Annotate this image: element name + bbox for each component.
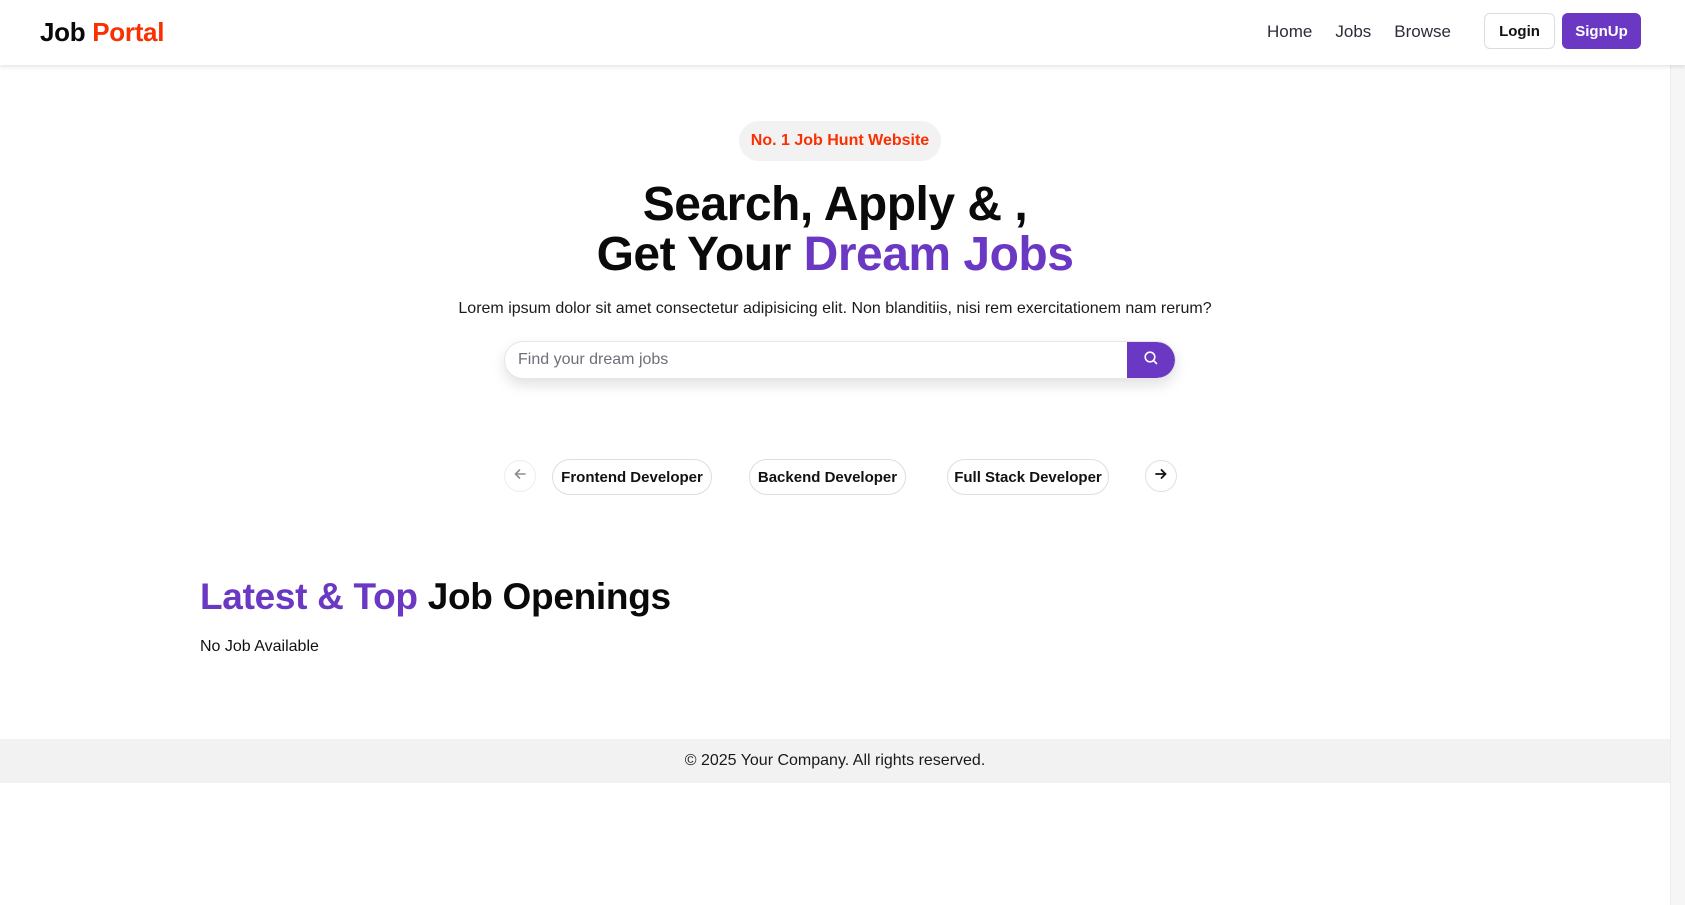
carousel-prev-button[interactable] <box>504 460 536 492</box>
nav-link-home[interactable]: Home <box>1267 20 1312 44</box>
logo-text-job: Job <box>40 17 93 47</box>
nav-links: Home Jobs Browse <box>1267 20 1451 44</box>
login-button[interactable]: Login <box>1484 13 1555 49</box>
search-input[interactable] <box>505 342 1129 378</box>
footer-copyright: © 2025 Your Company. All rights reserved… <box>684 752 986 769</box>
headline-line-1: Search, Apply & , <box>642 178 1028 231</box>
navbar: Job Portal Home Jobs Browse Login SignUp <box>0 0 1685 65</box>
logo-text-portal: Portal <box>92 17 165 47</box>
nav-link-jobs[interactable]: Jobs <box>1335 20 1371 44</box>
signup-button[interactable]: SignUp <box>1562 13 1641 49</box>
arrow-left-icon <box>513 467 527 486</box>
latest-jobs-title-plain: Job Openings <box>417 576 671 617</box>
category-chip-frontend[interactable]: Frontend Developer <box>552 459 712 495</box>
page-scrollbar[interactable] <box>1670 0 1685 905</box>
headline-line-2-accent: Dream Jobs <box>803 228 1074 281</box>
footer: © 2025 Your Company. All rights reserved… <box>0 739 1670 783</box>
page: Job Portal Home Jobs Browse Login SignUp… <box>0 0 1685 905</box>
no-job-message: No Job Available <box>200 638 319 655</box>
latest-jobs-title-accent: Latest & Top <box>200 576 418 617</box>
search-icon <box>1143 350 1159 371</box>
nav-link-browse[interactable]: Browse <box>1394 20 1451 44</box>
latest-jobs-title: Latest & Top Job Openings <box>200 574 671 620</box>
logo[interactable]: Job Portal <box>40 16 164 48</box>
search-bar <box>504 341 1176 379</box>
hero-badge: No. 1 Job Hunt Website <box>739 121 941 161</box>
carousel-next-button[interactable] <box>1145 460 1177 492</box>
hero-subtext: Lorem ipsum dolor sit amet consectetur a… <box>458 300 1212 317</box>
search-button[interactable] <box>1127 342 1175 378</box>
category-chip-backend[interactable]: Backend Developer <box>749 459 906 495</box>
hero-headline: Search, Apply & , Get Your Dream Jobs <box>0 180 1670 280</box>
arrow-right-icon <box>1154 467 1168 486</box>
headline-line-2-plain: Get Your <box>596 228 804 281</box>
category-chip-fullstack[interactable]: Full Stack Developer <box>947 459 1109 495</box>
